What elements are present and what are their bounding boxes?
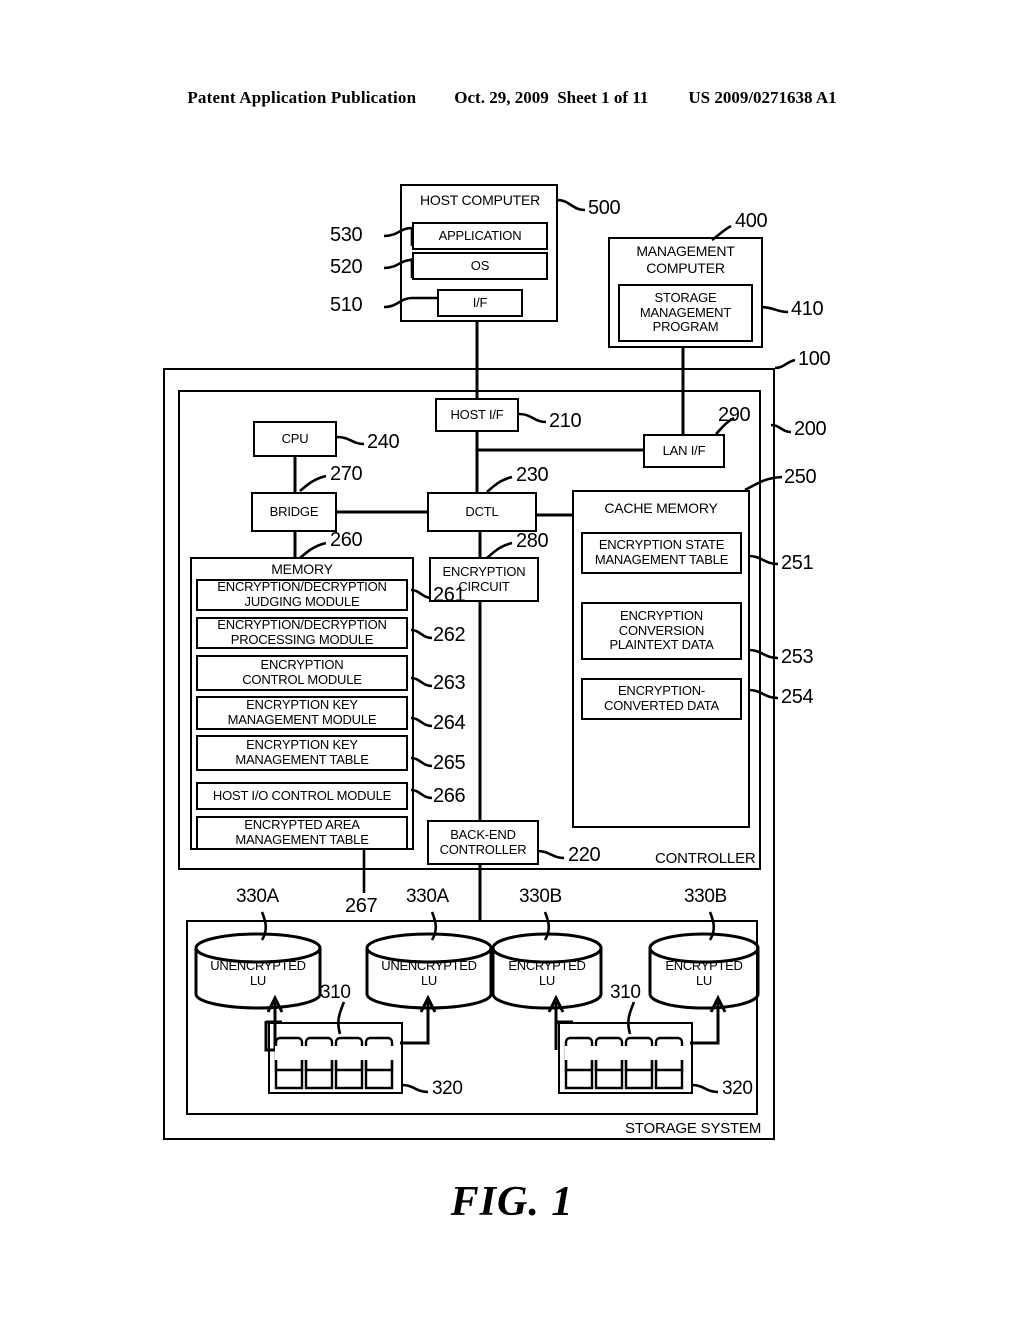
ref-320-1: 320: [722, 1078, 753, 1099]
ref-310-1: 310: [610, 982, 641, 1003]
ref-310-0: 310: [320, 982, 351, 1003]
disk-drive-shapes: [274, 1036, 689, 1090]
patent-figure-page: Patent Application Publication Oct. 29, …: [0, 0, 1024, 1320]
figure-caption: FIG. 1: [450, 1179, 574, 1225]
ref-320-0: 320: [432, 1078, 463, 1099]
